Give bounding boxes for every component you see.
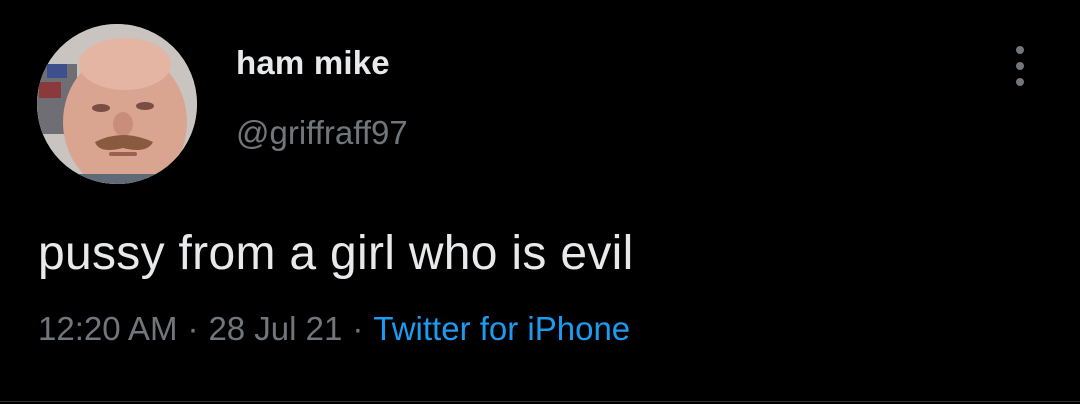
author-display-name[interactable]: ham mike [236, 44, 390, 82]
avatar[interactable] [37, 24, 197, 184]
tweet-meta: 12:20 AM · 28 Jul 21 · Twitter for iPhone [38, 310, 630, 348]
avatar-photo [37, 24, 197, 184]
tweet-text: pussy from a girl who is evil [38, 227, 634, 280]
tweet-source-link[interactable]: Twitter for iPhone [373, 310, 630, 347]
tweet-card: ham mike @griffraff97 pussy from a girl … [0, 0, 1080, 404]
author-handle[interactable]: @griffraff97 [236, 114, 408, 152]
tweet-time[interactable]: 12:20 AM [38, 310, 177, 347]
meta-separator: · [187, 310, 199, 347]
tweet-date[interactable]: 28 Jul 21 [208, 310, 342, 347]
more-options-button[interactable] [1005, 44, 1035, 88]
meta-separator: · [352, 310, 364, 347]
divider [0, 401, 1080, 402]
